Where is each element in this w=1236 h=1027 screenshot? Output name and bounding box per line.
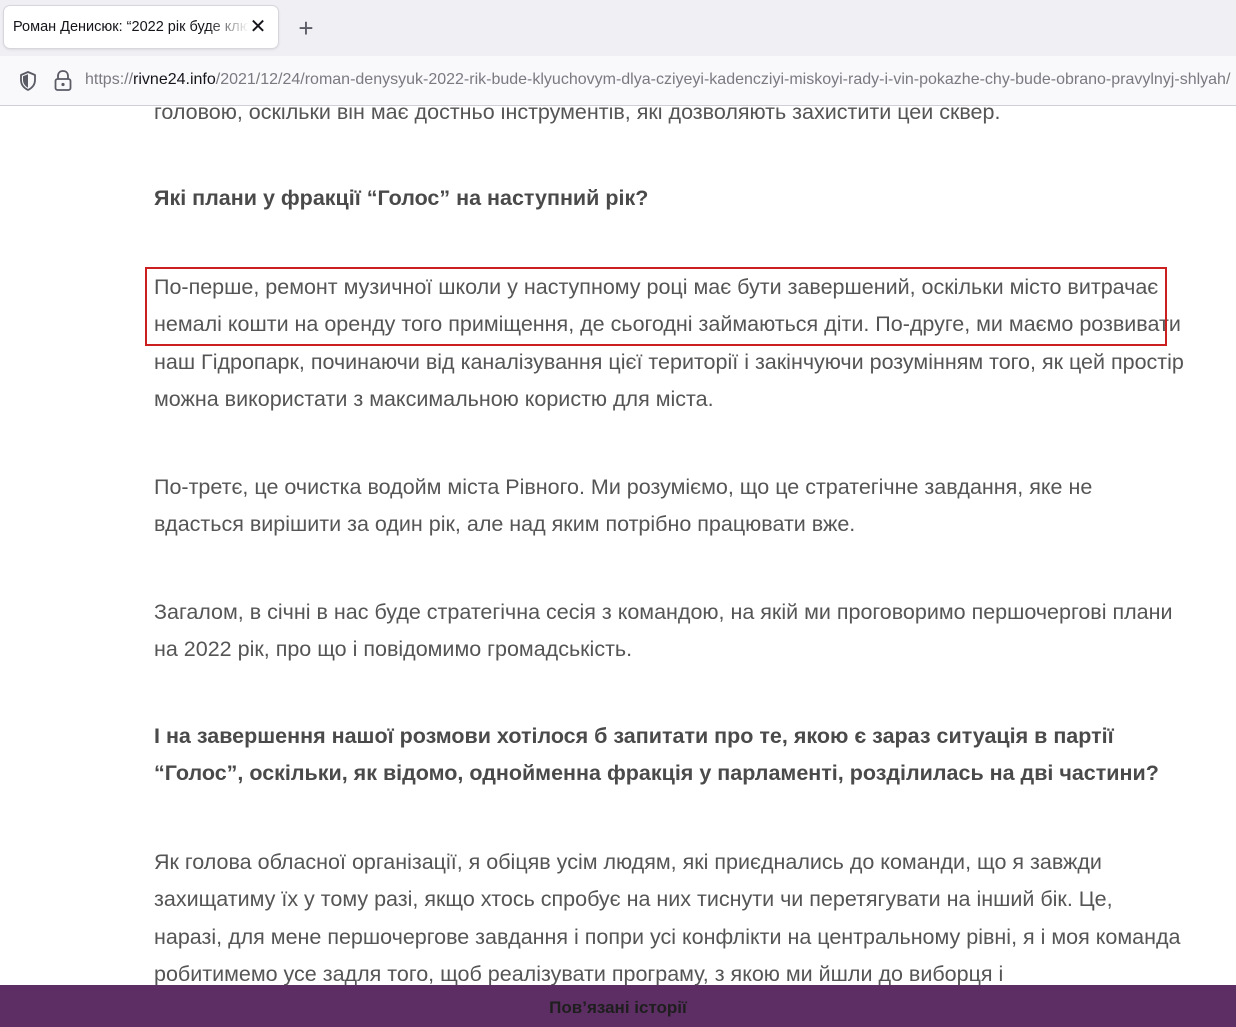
article-question: І на завершення нашої розмови хотілося б… — [154, 724, 1159, 786]
related-stories-label: Пов’язані історії — [549, 998, 687, 1017]
article-content: головою, оскільки він має достньо інстру… — [0, 107, 1236, 985]
article-paragraph: головою, оскільки він має достньо інстру… — [154, 107, 1001, 124]
article-paragraph: Як голова обласної організації, я обіцяв… — [154, 850, 1181, 985]
article-paragraph: По-третє, це очистка водойм міста Рівног… — [154, 475, 1093, 537]
tab-active[interactable]: Роман Денисюк: “2022 рік буде ключовим д… — [4, 6, 278, 48]
highlight-annotation-box — [145, 267, 1167, 346]
url-host: rivne24.info — [133, 71, 216, 88]
navigation-bar: https://rivne24.info/2021/12/24/roman-de… — [0, 56, 1236, 106]
lock-icon[interactable] — [51, 68, 75, 94]
tab-title: Роман Денисюк: “2022 рік буде ключовим д… — [13, 19, 249, 35]
close-icon[interactable]: ✕ — [246, 15, 270, 39]
article-paragraph: Загалом, в січні в нас буде стратегічна … — [154, 600, 1173, 662]
tab-strip: Роман Денисюк: “2022 рік буде ключовим д… — [0, 0, 1236, 56]
tracking-protection-shield-icon[interactable] — [16, 69, 40, 93]
plus-icon[interactable]: + — [292, 14, 320, 42]
url-scheme: https:// — [85, 71, 134, 88]
url-path: /2021/12/24/roman-denysyuk-2022-rik-bude… — [215, 71, 1231, 88]
related-stories-bar[interactable]: Пов’язані історії — [0, 985, 1236, 1027]
address-bar-url[interactable]: https://rivne24.info/2021/12/24/roman-de… — [85, 71, 1236, 89]
article-question: Які плани у фракції “Голос” на наступний… — [154, 186, 649, 210]
